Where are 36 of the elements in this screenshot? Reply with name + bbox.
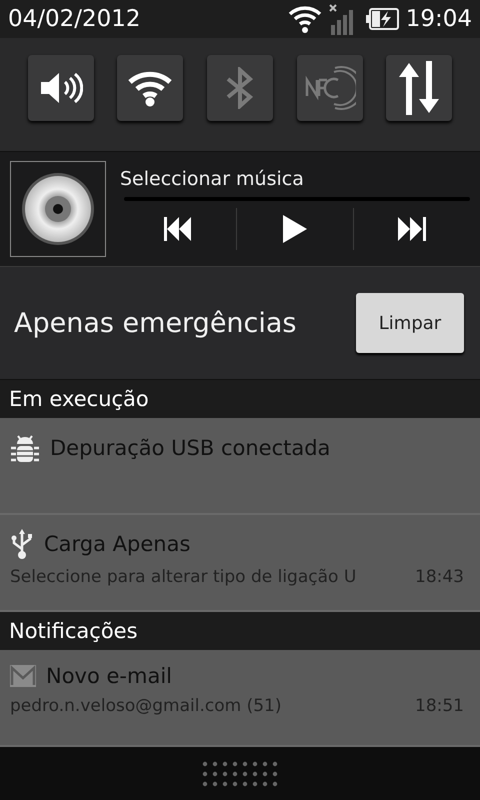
drag-handle[interactable] [0,747,480,800]
previous-icon [164,216,192,240]
play-icon [283,214,307,242]
data-arrows-icon [399,61,440,115]
notification-time: 18:51 [415,696,464,716]
wifi-icon [127,69,174,107]
notification-time: 18:43 [415,567,464,587]
notification-item[interactable]: Novo e-mail pedro.n.veloso@gmail.com (51) 18:51 [0,650,480,747]
clear-button[interactable]: Limpar [356,293,464,353]
notification-title: Depuração USB conectada [50,436,330,460]
nfc-icon [304,66,356,110]
cd-icon [20,171,96,247]
mail-icon [10,665,36,687]
usb-icon [10,529,34,559]
notification-title: Novo e-mail [46,664,172,688]
notification-text: Seleccione para alterar tipo de ligação U [10,567,356,587]
carrier-label: Apenas emergências [14,308,296,338]
grip-icon [202,760,278,786]
nfc-toggle[interactable] [296,55,363,121]
section-header: Em execução [0,380,480,418]
data-toggle[interactable] [386,55,452,121]
notification-item[interactable]: Carga Apenas Seleccione para alterar tipo de ligação U 18:43 [0,515,480,612]
bluetooth-toggle[interactable] [206,55,273,121]
music-title: Seleccionar música [120,168,305,190]
battery-charging-icon [366,7,400,31]
status-time: 19:04 [406,6,472,32]
notification-title: Carga Apenas [44,532,190,556]
notification-item[interactable]: Depuração USB conectada [0,418,480,515]
notification-text: pedro.n.veloso@gmail.com (51) [10,696,282,716]
sound-toggle[interactable] [28,55,94,121]
speaker-icon [38,70,83,106]
status-date: 04/02/2012 [8,6,141,32]
wifi-signal-icon [288,4,322,34]
wifi-toggle[interactable] [117,55,184,121]
next-icon [398,216,426,240]
section-header: Notificações [0,612,480,650]
